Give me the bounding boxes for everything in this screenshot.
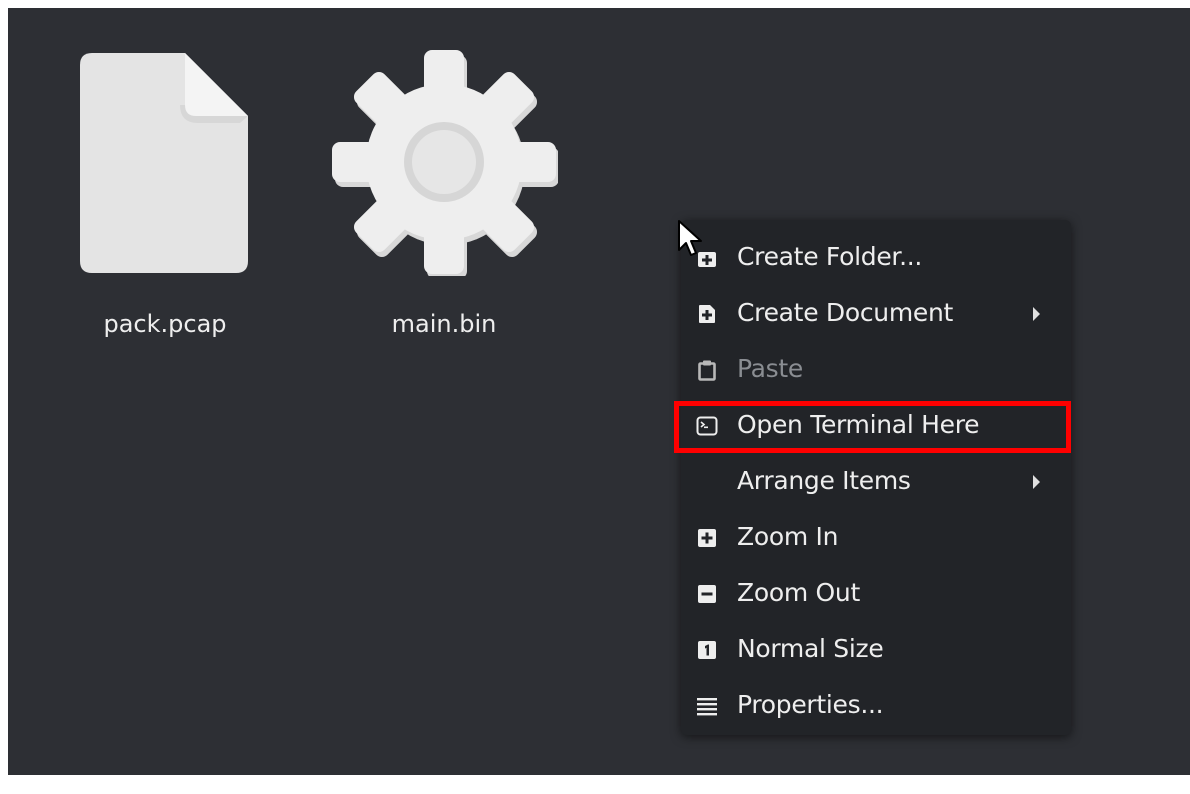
terminal-icon <box>696 416 718 436</box>
document-icon <box>80 53 248 273</box>
gear-icon <box>332 50 558 276</box>
menu-item-label: Arrange Items <box>737 466 911 495</box>
menu-item-properties[interactable]: Properties... <box>681 682 1071 730</box>
zoom-out-icon <box>698 585 716 603</box>
context-menu: Create Folder... Create Document Paste O… <box>681 220 1071 735</box>
menu-item-label: Paste <box>737 354 803 383</box>
file-label: pack.pcap <box>103 310 227 338</box>
desktop[interactable]: pack.pcap main.bin Create Folder... Crea… <box>8 8 1190 775</box>
zoom-original-icon <box>698 641 716 659</box>
menu-item-label: Create Document <box>737 298 954 327</box>
menu-item-label: Properties... <box>737 690 884 719</box>
document-new-icon <box>699 305 715 323</box>
menu-item-label: Zoom In <box>737 522 839 551</box>
menu-item-open-terminal-here[interactable]: Open Terminal Here <box>681 402 1071 450</box>
menu-item-zoom-out[interactable]: Zoom Out <box>681 570 1071 618</box>
submenu-arrow-icon <box>1033 307 1040 321</box>
menu-item-create-document[interactable]: Create Document <box>681 290 1071 338</box>
menu-item-label: Create Folder... <box>737 242 923 271</box>
menu-item-zoom-in[interactable]: Zoom In <box>681 514 1071 562</box>
mouse-cursor-icon <box>678 220 702 256</box>
file-label: main.bin <box>391 310 497 338</box>
menu-item-paste: Paste <box>681 346 1071 394</box>
menu-item-normal-size[interactable]: Normal Size <box>681 626 1071 674</box>
zoom-in-icon <box>698 529 716 547</box>
submenu-arrow-icon <box>1033 475 1040 489</box>
menu-item-label: Zoom Out <box>737 578 860 607</box>
clipboard-icon <box>698 360 716 381</box>
menu-item-create-folder[interactable]: Create Folder... <box>681 234 1071 282</box>
menu-item-label: Normal Size <box>737 634 884 663</box>
menu-item-arrange-items[interactable]: Arrange Items <box>681 458 1071 506</box>
properties-icon <box>697 698 717 716</box>
menu-item-label: Open Terminal Here <box>737 410 980 439</box>
